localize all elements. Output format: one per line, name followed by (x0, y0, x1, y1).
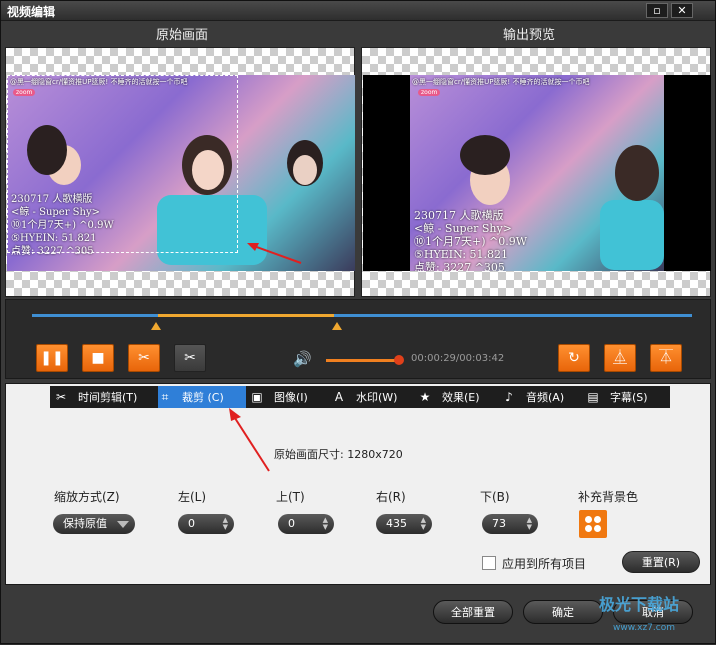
tab-time-clip[interactable]: ✂ 时间剪辑(T) (54, 386, 158, 408)
edit-panel: ✂ 时间剪辑(T) ⌗ 裁剪 (C) ▣ 图像(I) A 水印(W) ★ 效果(E) ♪ 音… (5, 383, 711, 585)
crop-icon: ⌗ (161, 390, 169, 404)
timeline-selection[interactable] (158, 314, 334, 317)
image-icon: ▣ (251, 390, 263, 404)
stop-icon: ■ (91, 350, 105, 366)
flip-horizontal-icon: ⏅ (613, 350, 627, 366)
time-display: 00:00:29/00:03:42 (411, 353, 505, 364)
output-video-frame: @黑一绷隐窗cr/懂资推UP篮厥! 不睡齐的活就按一个币吧 zoom 23071… (410, 75, 664, 271)
video-edit-window: 视频编辑 ▫ ✕ 原始画面 输出预览 @黑一绷隐窗cr/懂资推UP篮厥! 不睡齐… (0, 0, 716, 644)
stepper-arrows-icon[interactable]: ▲ ▼ (421, 517, 426, 531)
stepper-arrows-icon[interactable]: ▲ ▼ (223, 517, 228, 531)
output-overlay-text: @黑一绷隐窗cr/懂资推UP篮厥! 不睡齐的活就按一个币吧 (412, 78, 590, 86)
scissors-icon: ✂ (55, 390, 67, 404)
bottom-label: 下(B) (480, 490, 510, 504)
close-button[interactable]: ✕ (671, 3, 693, 18)
restore-button[interactable]: ▫ (646, 3, 668, 18)
tab-bar: ✂ 时间剪辑(T) ⌗ 裁剪 (C) ▣ 图像(I) A 水印(W) ★ 效果(E) ♪ 音… (50, 386, 670, 408)
output-label: 输出预览 (503, 28, 556, 43)
watermark-icon: A (334, 390, 344, 404)
end-marker[interactable] (332, 322, 342, 330)
left-stepper[interactable]: 0 ▲ ▼ (178, 514, 234, 534)
zoom-mode-label: 缩放方式(Z) (54, 490, 120, 504)
bg-color-button[interactable] (579, 510, 607, 538)
pause-button[interactable]: ❚❚ (36, 344, 68, 372)
original-size-label: 原始画面尺寸: 1280x720 (274, 448, 403, 461)
site-watermark-url: www.xz7.com (613, 623, 675, 633)
music-note-icon: ♪ (505, 390, 513, 404)
apply-all-label: 应用到所有项目 (502, 557, 587, 571)
bottom-stepper[interactable]: 73 ▲ ▼ (482, 514, 538, 534)
right-label: 右(R) (376, 490, 406, 504)
site-watermark: 极光下载站 (599, 595, 680, 614)
volume-slider[interactable] (326, 359, 398, 362)
timeline-panel: ❚❚ ■ ✂ ✂ 🔊 00:00:29/00:03:42 ↻ ⏅ ⏄ (5, 299, 711, 379)
tab-effects[interactable]: ★ 效果(E) (418, 386, 498, 408)
start-marker[interactable] (151, 322, 161, 330)
volume-knob[interactable] (394, 355, 404, 365)
restore-icon: ▫ (653, 4, 661, 17)
tab-crop[interactable]: ⌗ 裁剪 (C) (158, 386, 246, 408)
stop-button[interactable]: ■ (82, 344, 114, 372)
rotate-icon: ↻ (568, 350, 580, 366)
split-button[interactable]: ✂ (174, 344, 206, 372)
crop-selection-box[interactable] (7, 75, 238, 253)
apply-all-checkbox[interactable] (482, 556, 496, 570)
tab-subtitle[interactable]: ▤ 字幕(S) (586, 386, 666, 408)
output-preview: @黑一绷隐窗cr/懂资推UP篮厥! 不睡齐的活就按一个币吧 zoom 23071… (361, 47, 711, 297)
tab-image[interactable]: ▣ 图像(I) (250, 386, 330, 408)
split-icon: ✂ (184, 350, 196, 366)
chevron-down-icon (117, 521, 129, 528)
original-label: 原始画面 (156, 28, 209, 43)
pause-icon: ❚❚ (40, 350, 64, 366)
tab-audio[interactable]: ♪ 音频(A) (502, 386, 582, 408)
reset-button[interactable]: 重置(R) (622, 551, 700, 573)
close-icon: ✕ (677, 4, 687, 17)
output-caption: 230717 人歌横版 <鲸 - Super Shy> ⑩1个月7天+) ^0.9W… (414, 209, 528, 271)
reset-all-button[interactable]: 全部重置 (433, 600, 513, 624)
window-title: 视频编辑 (7, 5, 56, 19)
original-preview: @黑一绷隐窗cr/懂资推UP篮厥! 不睡齐的活就按一个币吧 zoom 23071… (5, 47, 355, 297)
top-label: 上(T) (276, 490, 305, 504)
tab-watermark[interactable]: A 水印(W) (332, 386, 412, 408)
star-icon: ★ (419, 390, 431, 404)
scissors-icon: ✂ (138, 350, 150, 366)
rotate-button[interactable]: ↻ (558, 344, 590, 372)
flip-vertical-button[interactable]: ⏄ (650, 344, 682, 372)
zoom-mode-select[interactable]: 保持原值 (53, 514, 135, 534)
subtitle-icon: ▤ (587, 390, 599, 404)
right-stepper[interactable]: 435 ▲ ▼ (376, 514, 432, 534)
speaker-icon[interactable]: 🔊 (293, 350, 312, 368)
left-label: 左(L) (178, 490, 207, 504)
stepper-arrows-icon[interactable]: ▲ ▼ (527, 517, 532, 531)
timeline-track[interactable] (32, 314, 692, 317)
top-stepper[interactable]: 0 ▲ ▼ (278, 514, 334, 534)
stepper-arrows-icon[interactable]: ▲ ▼ (323, 517, 328, 531)
flip-horizontal-button[interactable]: ⏅ (604, 344, 636, 372)
flip-vertical-icon: ⏄ (659, 350, 673, 366)
bg-color-label: 补充背景色 (578, 490, 639, 504)
ok-button[interactable]: 确定 (523, 600, 603, 624)
output-badge: zoom (418, 89, 441, 96)
cut-button[interactable]: ✂ (128, 344, 160, 372)
title-bar: 视频编辑 ▫ ✕ (1, 1, 715, 21)
